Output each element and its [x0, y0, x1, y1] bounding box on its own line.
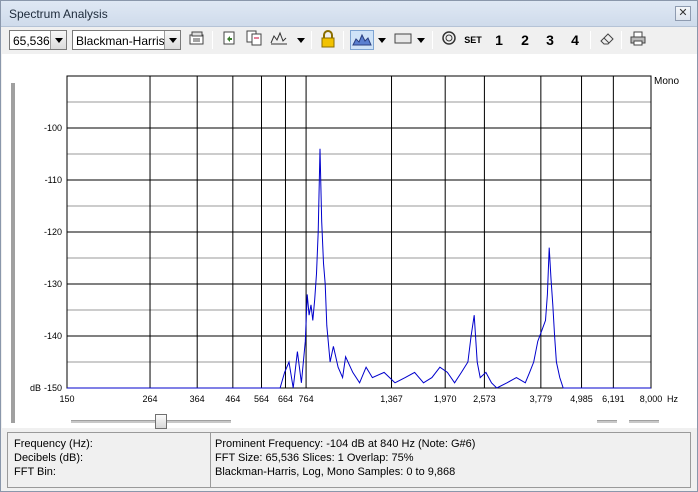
- x-tick-label: 2,573: [473, 394, 496, 404]
- spectrum-series-line: [67, 148, 651, 389]
- fft-size-value: 65,536: [13, 34, 50, 48]
- toolbar-separator: [432, 31, 433, 49]
- zoom-slider-thumb[interactable]: [155, 414, 167, 429]
- eraser-icon[interactable]: [597, 30, 617, 50]
- chevron-down-icon[interactable]: [417, 38, 425, 43]
- status-divider: [210, 433, 211, 487]
- scroll-track-segment[interactable]: [629, 420, 659, 423]
- x-tick-label: 1,970: [434, 394, 457, 404]
- lock-icon[interactable]: [318, 30, 338, 50]
- toolbar-separator: [343, 31, 344, 49]
- x-tick-label: 3,779: [530, 394, 553, 404]
- x-tick-label: 364: [190, 394, 205, 404]
- x-tick-label: 150: [59, 394, 74, 404]
- properties-icon[interactable]: [187, 30, 207, 50]
- copy-icon[interactable]: [244, 30, 264, 50]
- fft-bin-label: FFT Bin:: [14, 466, 56, 478]
- y-tick-label: -130: [44, 279, 62, 289]
- y-tick-label: -100: [44, 123, 62, 133]
- set-2-button[interactable]: 2: [517, 30, 533, 50]
- window-function-value: Blackman-Harris: [76, 34, 165, 48]
- spectrum-chart: -100 -110 -120 -130 -140 -150dB 150 264 364 464 56…: [30, 75, 679, 404]
- y-tick-label: -150: [44, 383, 62, 393]
- set-button[interactable]: SET: [462, 30, 484, 50]
- fft-info: FFT Size: 65,536 Slices: 1 Overlap: 75%: [215, 452, 414, 464]
- window-info: Blackman-Harris, Log, Mono Samples: 0 to…: [215, 466, 456, 478]
- y-unit-label: dB: [30, 383, 41, 393]
- toolbar-separator: [311, 31, 312, 49]
- chevron-down-icon[interactable]: [297, 38, 305, 43]
- x-tick-label: 564: [254, 394, 269, 404]
- bar-view-icon[interactable]: [392, 30, 414, 50]
- close-button[interactable]: ✕: [675, 6, 691, 21]
- title-bar: Spectrum Analysis ✕: [1, 1, 697, 27]
- export-icon[interactable]: [219, 30, 239, 50]
- graph-style-icon[interactable]: [269, 30, 289, 50]
- zoom-slider-track[interactable]: [71, 420, 231, 423]
- fft-size-select[interactable]: 65,536: [9, 30, 67, 50]
- toolbar: 65,536 Blackman-Harris SET 1 2 3 4: [1, 28, 697, 52]
- x-unit-label: Hz: [667, 394, 678, 404]
- frequency-label: Frequency (Hz):: [14, 438, 93, 450]
- prominent-frequency: Prominent Frequency: -104 dB at 840 Hz (…: [215, 438, 476, 450]
- x-tick-label: 264: [143, 394, 158, 404]
- x-tick-label: 4,985: [570, 394, 593, 404]
- x-tick-label: 1,367: [380, 394, 403, 404]
- set-4-button[interactable]: 4: [567, 30, 583, 50]
- scroll-track-segment[interactable]: [597, 420, 617, 423]
- y-tick-label: -140: [44, 331, 62, 341]
- decibels-label: Decibels (dB):: [14, 452, 84, 464]
- y-tick-label: -110: [45, 175, 62, 185]
- toolbar-separator: [590, 31, 591, 49]
- x-tick-label: 764: [299, 394, 314, 404]
- set-3-button[interactable]: 3: [542, 30, 558, 50]
- window-function-select[interactable]: Blackman-Harris: [72, 30, 181, 50]
- window-title: Spectrum Analysis: [9, 7, 108, 21]
- spectrum-view-icon[interactable]: [350, 30, 374, 50]
- chevron-down-icon[interactable]: [378, 38, 386, 43]
- x-tick-label: 464: [225, 394, 240, 404]
- spectrum-analysis-window: Spectrum Analysis ✕ 65,536 Blackman-Harr…: [0, 0, 698, 492]
- x-tick-label: 8,000: [640, 394, 663, 404]
- toolbar-separator: [621, 31, 622, 49]
- x-tick-label: 6,191: [602, 394, 625, 404]
- chevron-down-icon[interactable]: [50, 31, 66, 49]
- spectrum-chart-pane: -100 -110 -120 -130 -140 -150 dB 150 264 364 464 56…: [2, 54, 697, 428]
- status-bar: Frequency (Hz): Decibels (dB): FFT Bin: …: [7, 432, 691, 488]
- reset-icon[interactable]: [439, 30, 459, 50]
- vertical-scroll-indicator[interactable]: [11, 83, 15, 423]
- chevron-down-icon[interactable]: [164, 31, 180, 49]
- y-tick-label: -120: [44, 227, 62, 237]
- toolbar-separator: [212, 31, 213, 49]
- print-icon[interactable]: [628, 30, 648, 50]
- channel-label: Mono: [654, 76, 679, 87]
- set-1-button[interactable]: 1: [491, 30, 507, 50]
- x-tick-label: 664: [278, 394, 293, 404]
